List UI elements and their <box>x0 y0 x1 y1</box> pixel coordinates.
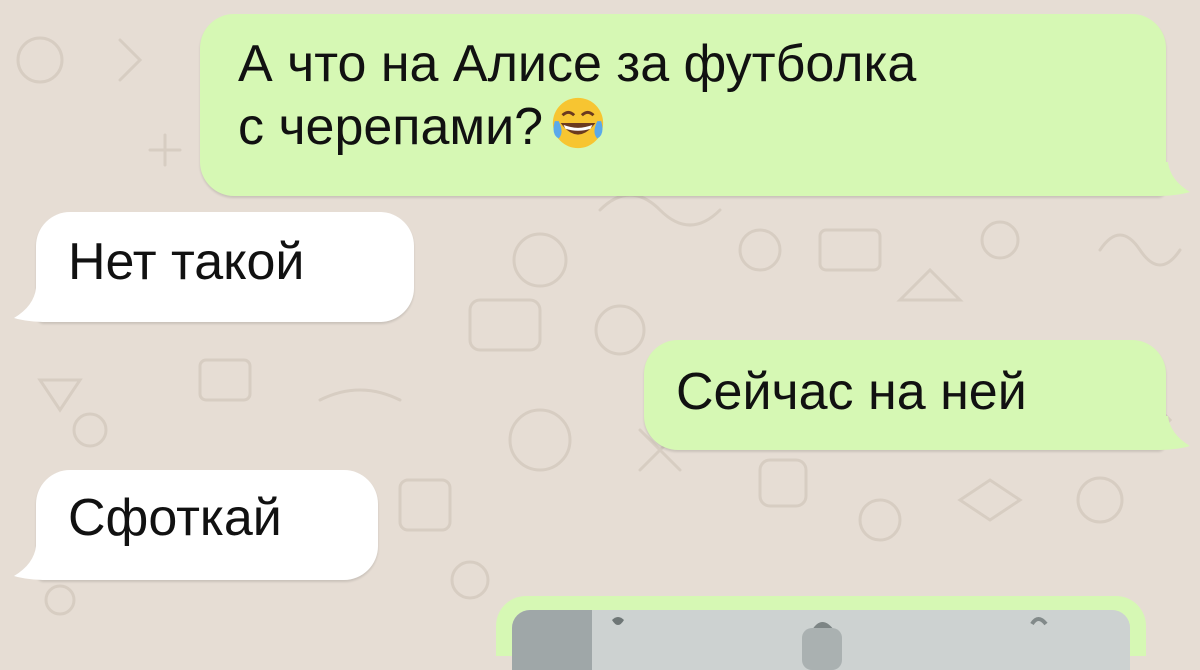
message-text-line: с черепами? <box>238 98 544 156</box>
photo-content-image <box>512 610 1130 670</box>
photo-thumbnail[interactable] <box>512 610 1130 670</box>
message-text-line: А что на Алисе за футболка <box>238 35 917 93</box>
message-text: Нет такой <box>68 233 305 291</box>
outgoing-message[interactable]: Сейчас на ней <box>644 340 1166 450</box>
bubble-tail <box>1150 416 1190 450</box>
message-text-line-with-emoji: с черепами? <box>238 94 1166 157</box>
message-text: Сфоткай <box>68 489 282 547</box>
outgoing-message[interactable]: А что на Алисе за футболка с черепами? <box>200 14 1166 196</box>
incoming-message[interactable]: Нет такой <box>36 212 414 322</box>
face-with-tears-of-joy-icon <box>552 97 604 149</box>
incoming-message[interactable]: Сфоткай <box>36 470 378 580</box>
message-text: Сейчас на ней <box>676 363 1027 421</box>
bubble-tail <box>14 288 54 322</box>
bubble-tail <box>14 546 54 580</box>
outgoing-photo-message[interactable] <box>496 596 1146 670</box>
bubble-tail <box>1150 162 1190 196</box>
